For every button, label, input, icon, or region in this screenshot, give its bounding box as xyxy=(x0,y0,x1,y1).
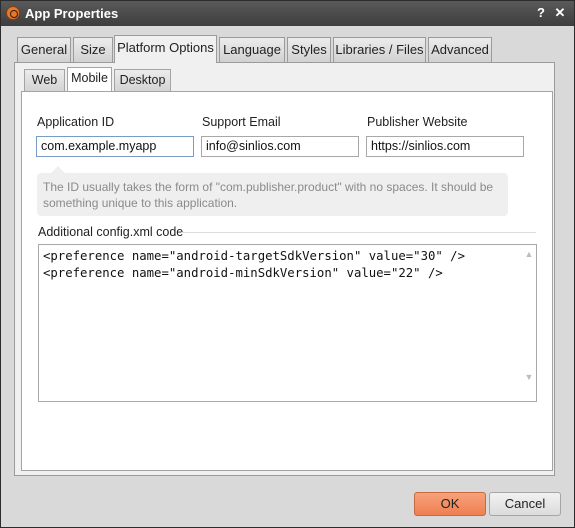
app-properties-dialog: App Properties ? ✕ General Size Platform… xyxy=(0,0,575,528)
scroll-up-icon[interactable]: ▲ xyxy=(523,249,535,259)
tab-language[interactable]: Language xyxy=(219,37,285,63)
publisher-website-field[interactable]: https://sinlios.com xyxy=(366,136,524,157)
tab-libraries-files[interactable]: Libraries / Files xyxy=(333,37,426,63)
subtab-web[interactable]: Web xyxy=(24,69,65,91)
tab-advanced[interactable]: Advanced xyxy=(428,37,492,63)
config-code-editor[interactable]: <preference name="android-targetSdkVersi… xyxy=(38,244,537,402)
publisher-website-label: Publisher Website xyxy=(367,115,468,129)
app-id-label: Application ID xyxy=(37,115,115,129)
app-logo-icon xyxy=(6,6,20,20)
scroll-down-icon[interactable]: ▼ xyxy=(523,372,535,382)
cancel-button[interactable]: Cancel xyxy=(489,492,561,516)
subtab-desktop[interactable]: Desktop xyxy=(114,69,171,91)
app-id-field[interactable]: com.example.myapp xyxy=(36,136,194,157)
config-code-label: Additional config.xml code xyxy=(38,225,184,239)
tab-platform-options[interactable]: Platform Options xyxy=(114,35,217,63)
tab-styles[interactable]: Styles xyxy=(287,37,331,63)
support-email-field[interactable]: info@sinlios.com xyxy=(201,136,359,157)
app-id-hint-tooltip: The ID usually takes the form of "com.pu… xyxy=(37,166,508,216)
title-bar[interactable]: App Properties ? ✕ xyxy=(1,1,574,26)
tab-general[interactable]: General xyxy=(17,37,71,63)
window-title: App Properties xyxy=(25,6,119,21)
close-icon[interactable]: ✕ xyxy=(552,5,568,21)
help-icon[interactable]: ? xyxy=(533,5,549,21)
divider xyxy=(181,232,536,233)
subtab-mobile[interactable]: Mobile xyxy=(67,67,112,91)
tab-size[interactable]: Size xyxy=(73,37,113,63)
ok-button[interactable]: OK xyxy=(414,492,486,516)
support-email-label: Support Email xyxy=(202,115,281,129)
